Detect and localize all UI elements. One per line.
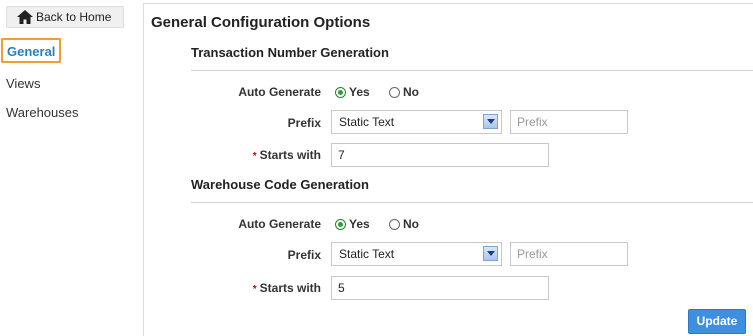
sidebar-item-general[interactable]: General — [1, 38, 61, 63]
transaction-auto-generate-no[interactable]: No — [389, 85, 419, 99]
starts-with-label: * Starts with — [253, 281, 321, 295]
transaction-starts-with-input[interactable]: 7 — [331, 143, 549, 167]
transaction-prefix-input[interactable]: Prefix — [510, 110, 628, 134]
starts-with-text: Starts with — [259, 281, 321, 295]
warehouse-auto-generate-no[interactable]: No — [389, 217, 419, 231]
warehouse-prefix-type-select[interactable]: Static Text — [331, 242, 502, 266]
chevron-down-icon[interactable] — [483, 246, 498, 261]
auto-generate-label: Auto Generate — [238, 217, 321, 231]
back-to-home-label: Back to Home — [36, 10, 112, 24]
sidebar-item-views[interactable]: Views — [6, 76, 40, 91]
sidebar: Back to Home General Views Warehouses — [0, 0, 143, 336]
select-value: Static Text — [339, 247, 395, 261]
section-title-transaction: Transaction Number Generation — [191, 45, 389, 60]
transaction-auto-generate-yes[interactable]: Yes — [335, 85, 370, 99]
radio-checked-icon — [335, 218, 346, 230]
radio-yes-label: Yes — [349, 217, 370, 231]
prefix-label: Prefix — [287, 248, 321, 262]
starts-with-text: Starts with — [259, 148, 321, 162]
warehouse-auto-generate-yes[interactable]: Yes — [335, 217, 370, 231]
page-title: General Configuration Options — [151, 14, 371, 31]
radio-no-label: No — [403, 85, 419, 99]
chevron-down-icon[interactable] — [483, 114, 498, 129]
radio-unchecked-icon — [389, 218, 400, 230]
radio-yes-label: Yes — [349, 85, 370, 99]
sidebar-item-warehouses[interactable]: Warehouses — [6, 105, 79, 120]
section-title-warehouse: Warehouse Code Generation — [191, 177, 369, 192]
prefix-label: Prefix — [287, 116, 321, 130]
radio-no-label: No — [403, 217, 419, 231]
radio-checked-icon — [335, 86, 346, 98]
auto-generate-label: Auto Generate — [238, 85, 321, 99]
home-icon — [17, 10, 33, 24]
warehouse-starts-with-input[interactable]: 5 — [331, 276, 549, 300]
starts-with-label: * Starts with — [253, 148, 321, 162]
required-marker: * — [252, 151, 257, 162]
section-divider — [191, 202, 753, 203]
main-panel: General Configuration Options Transactio… — [143, 3, 753, 336]
update-button[interactable]: Update — [688, 309, 746, 334]
radio-unchecked-icon — [389, 86, 400, 98]
section-divider — [191, 70, 753, 71]
transaction-prefix-type-select[interactable]: Static Text — [331, 110, 502, 134]
warehouse-prefix-input[interactable]: Prefix — [510, 242, 628, 266]
required-marker: * — [252, 284, 257, 295]
back-to-home-button[interactable]: Back to Home — [6, 6, 124, 28]
select-value: Static Text — [339, 115, 395, 129]
